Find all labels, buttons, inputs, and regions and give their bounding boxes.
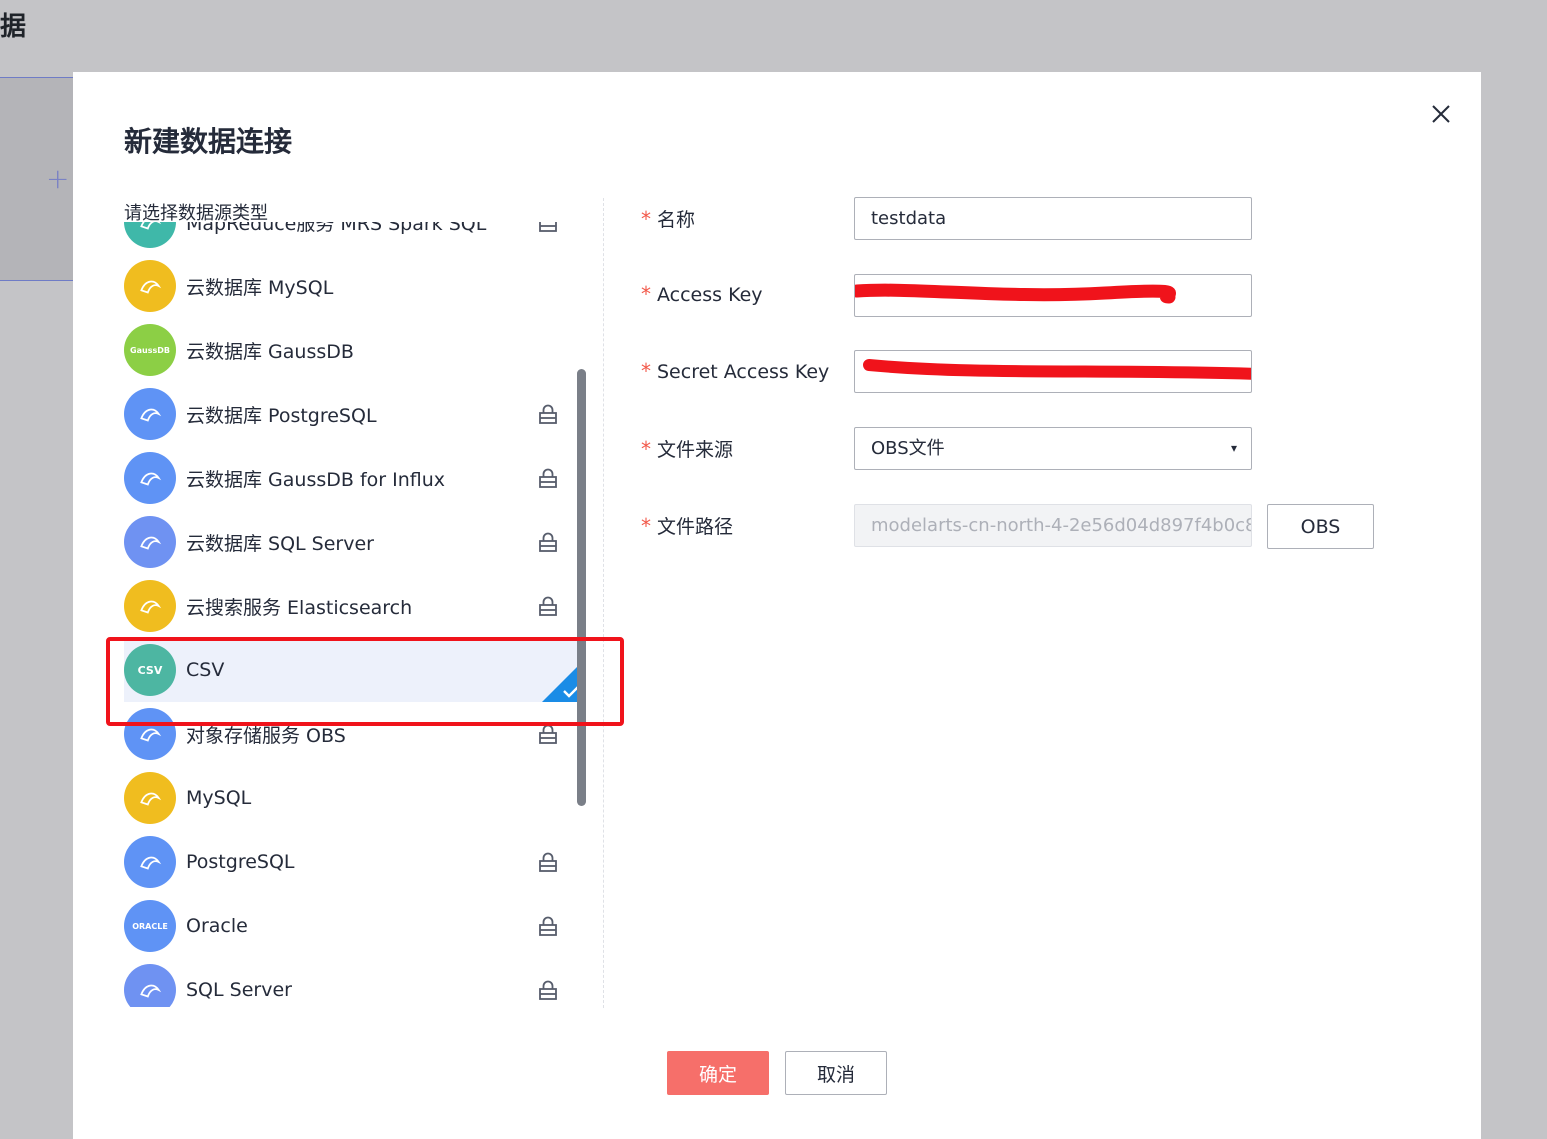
source-item[interactable]: 云数据库 PostgreSQL xyxy=(124,382,584,446)
sqlserver-icon xyxy=(124,964,176,1007)
close-icon[interactable] xyxy=(1430,103,1452,125)
lock-icon xyxy=(538,404,558,424)
source-item[interactable]: PostgreSQL xyxy=(124,830,584,894)
lock-icon xyxy=(538,724,558,744)
obs-browse-button[interactable]: OBS xyxy=(1267,504,1374,549)
required-mark: * xyxy=(641,207,651,231)
lock-icon xyxy=(538,916,558,936)
name-input[interactable]: testdata xyxy=(854,197,1252,240)
lock-icon xyxy=(538,532,558,552)
source-item-label: MapReduce服务 MRS Spark SQL xyxy=(186,222,487,235)
dolphin-icon xyxy=(124,772,176,824)
page-title-fragment: 据 xyxy=(0,12,27,42)
required-mark: * xyxy=(641,437,651,461)
elephant-icon xyxy=(124,388,176,440)
source-item[interactable]: GaussDB 云数据库 GaussDB xyxy=(124,318,584,382)
file-source-label: * 文件来源 xyxy=(641,437,734,461)
lock-icon xyxy=(538,596,558,616)
source-item[interactable]: CSV CSV xyxy=(124,638,584,702)
redaction-mark xyxy=(863,359,1251,380)
source-item-label: 云数据库 MySQL xyxy=(186,276,334,299)
source-item[interactable]: 云数据库 GaussDB for Influx xyxy=(124,446,584,510)
source-item[interactable]: 云数据库 MySQL xyxy=(124,254,584,318)
source-item[interactable]: MapReduce服务 MRS Spark SQL xyxy=(124,222,584,254)
source-item-label: CSV xyxy=(186,659,225,681)
source-item-label: PostgreSQL xyxy=(186,851,295,873)
csv-icon: CSV xyxy=(124,644,176,696)
access-key-label: * Access Key xyxy=(641,282,763,306)
list-scrollbar[interactable] xyxy=(577,369,586,806)
access-key-input[interactable] xyxy=(854,274,1252,317)
file-path-input: modelarts-cn-north-4-2e56d04d897f4b0c8' xyxy=(854,504,1252,547)
source-item[interactable]: ORACLE Oracle xyxy=(124,894,584,958)
cloud-upload-icon xyxy=(124,708,176,760)
source-item[interactable]: 云数据库 SQL Server xyxy=(124,510,584,574)
name-label: * 名称 xyxy=(641,207,696,231)
source-item[interactable]: 云搜索服务 Elasticsearch xyxy=(124,574,584,638)
source-type-list[interactable]: MapReduce服务 MRS Spark SQL 云数据库 MySQL Gauss… xyxy=(124,222,584,1007)
source-item-label: Oracle xyxy=(186,915,248,937)
mrs-icon xyxy=(124,222,176,248)
elephant-icon xyxy=(124,836,176,888)
source-item-label: SQL Server xyxy=(186,979,292,1001)
source-item[interactable]: SQL Server xyxy=(124,958,584,1007)
secret-access-key-label: * Secret Access Key xyxy=(641,359,830,383)
gaussdb-icon: GaussDB xyxy=(124,324,176,376)
lock-icon xyxy=(538,468,558,488)
new-data-connection-dialog: 新建数据连接 请选择数据源类型 MapReduce服务 MRS Spark SQ… xyxy=(73,72,1481,1139)
file-source-select[interactable]: OBS文件 ▾ xyxy=(854,427,1252,470)
required-mark: * xyxy=(641,514,651,538)
cancel-button[interactable]: 取消 xyxy=(785,1051,887,1095)
source-item-label: 云数据库 PostgreSQL xyxy=(186,404,377,427)
oracle-icon: ORACLE xyxy=(124,900,176,952)
card-border xyxy=(0,280,74,281)
add-icon[interactable]: + xyxy=(46,162,69,195)
panel-divider xyxy=(603,198,604,1008)
secret-access-key-input[interactable] xyxy=(854,350,1252,393)
file-path-label: * 文件路径 xyxy=(641,514,734,538)
source-item-label: 云搜索服务 Elasticsearch xyxy=(186,596,413,619)
lock-icon xyxy=(538,852,558,872)
elasticsearch-icon xyxy=(124,580,176,632)
source-item[interactable]: MySQL xyxy=(124,766,584,830)
file-source-value: OBS文件 xyxy=(871,438,945,459)
dialog-title: 新建数据连接 xyxy=(124,125,293,158)
confirm-button[interactable]: 确定 xyxy=(667,1051,769,1095)
source-item-label: 云数据库 SQL Server xyxy=(186,532,374,555)
required-mark: * xyxy=(641,359,651,383)
source-item-label: MySQL xyxy=(186,787,252,809)
required-mark: * xyxy=(641,282,651,306)
source-item-label: 云数据库 GaussDB xyxy=(186,340,354,363)
source-item-label: 云数据库 GaussDB for Influx xyxy=(186,468,446,491)
hexagon-icon xyxy=(124,452,176,504)
source-item[interactable]: 对象存储服务 OBS xyxy=(124,702,584,766)
lock-icon xyxy=(538,222,558,232)
sqlserver-icon xyxy=(124,516,176,568)
chevron-down-icon: ▾ xyxy=(1230,441,1237,455)
dolphin-icon xyxy=(124,260,176,312)
source-item-label: 对象存储服务 OBS xyxy=(186,724,346,747)
redaction-mark xyxy=(855,283,1176,304)
lock-icon xyxy=(538,980,558,1000)
